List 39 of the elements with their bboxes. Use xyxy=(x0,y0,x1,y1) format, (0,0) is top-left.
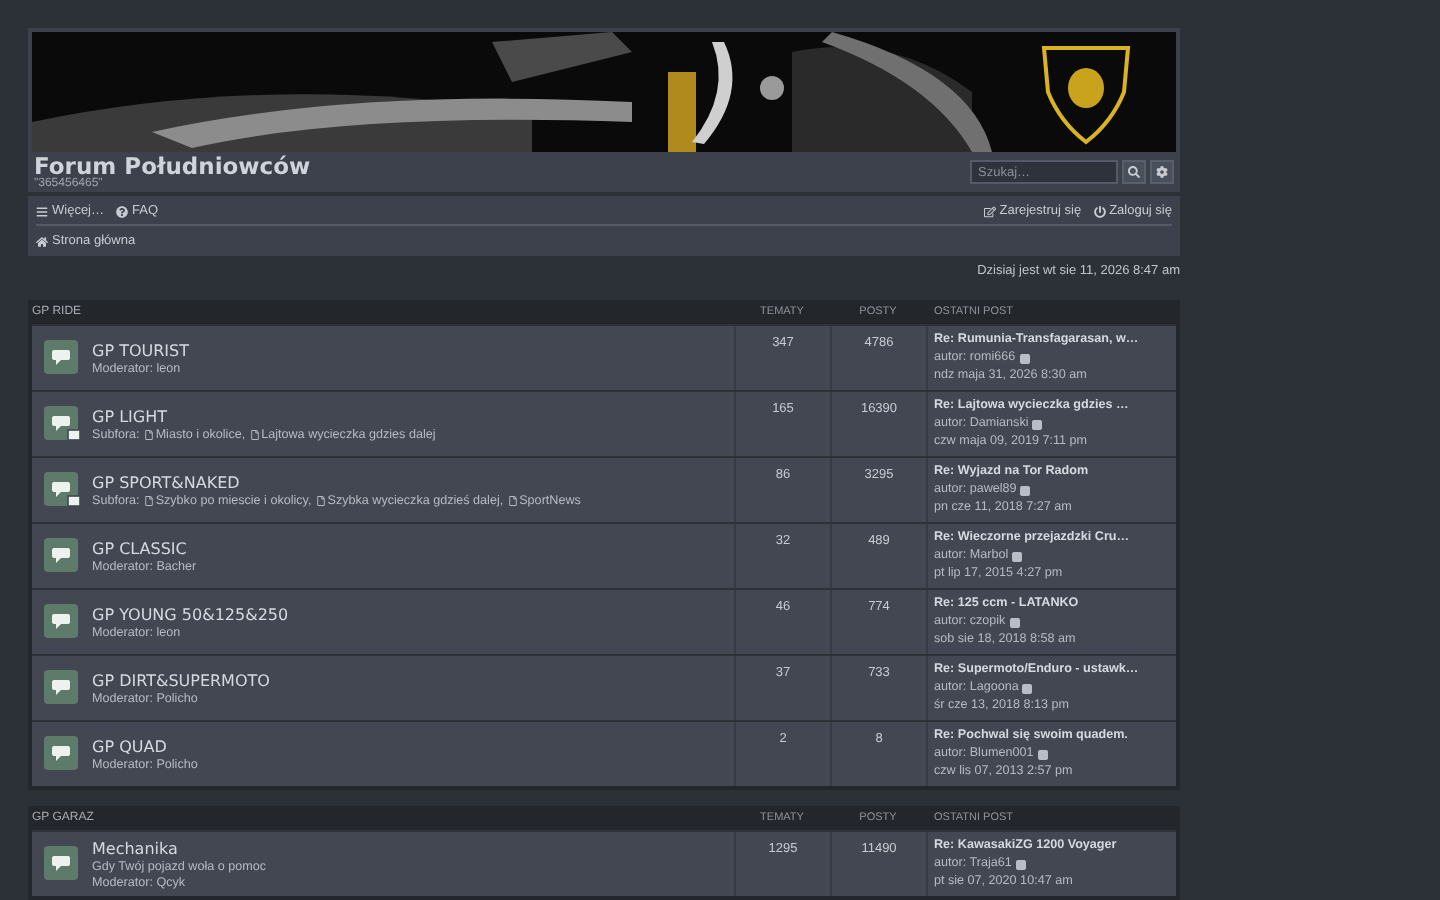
help-icon xyxy=(116,205,129,217)
search-icon xyxy=(1128,166,1140,178)
edit-icon xyxy=(983,205,996,217)
forum-subforums-icon xyxy=(44,472,80,508)
forum-icon xyxy=(44,538,80,574)
forum-name[interactable]: GP DIRT&SUPERMOTO xyxy=(92,671,270,689)
forum-icon xyxy=(44,604,80,640)
forum-name[interactable]: GP CLASSIC xyxy=(92,539,187,557)
forum-name[interactable]: GP LIGHT xyxy=(92,407,167,425)
view-post-icon[interactable] xyxy=(1032,419,1043,429)
file-icon xyxy=(143,429,154,439)
forum-icon xyxy=(44,846,80,882)
settings-icon xyxy=(1156,166,1168,178)
file-icon xyxy=(249,429,260,439)
view-post-icon[interactable] xyxy=(1009,617,1020,627)
forum-name[interactable]: GP SPORT&NAKED xyxy=(92,473,240,491)
view-post-icon[interactable] xyxy=(1015,859,1026,869)
view-post-icon[interactable] xyxy=(1012,551,1023,561)
forum-name[interactable]: GP QUAD xyxy=(92,737,167,755)
forum-subforums-icon xyxy=(44,406,80,442)
forum-icon xyxy=(44,736,80,772)
view-post-icon[interactable] xyxy=(1020,485,1031,495)
file-icon xyxy=(143,495,154,505)
settings-button[interactable] xyxy=(1150,160,1174,184)
search-button[interactable] xyxy=(1122,160,1146,184)
menu-icon xyxy=(36,205,48,217)
forum-name[interactable]: GP TOURIST xyxy=(92,341,189,359)
power-icon xyxy=(1093,205,1106,217)
forum-name[interactable]: GP YOUNG 50&125&250 xyxy=(92,605,289,623)
forum-title: Forum Południowców xyxy=(34,154,311,178)
file-icon xyxy=(315,495,326,505)
forum-icon xyxy=(44,670,80,706)
view-post-icon[interactable] xyxy=(1019,353,1030,363)
home-icon xyxy=(36,235,48,247)
forum-name[interactable]: Mechanika xyxy=(92,839,178,857)
file-icon xyxy=(507,495,518,505)
view-post-icon[interactable] xyxy=(1037,749,1048,759)
view-post-icon[interactable] xyxy=(1022,683,1033,693)
forum-icon xyxy=(44,340,80,376)
